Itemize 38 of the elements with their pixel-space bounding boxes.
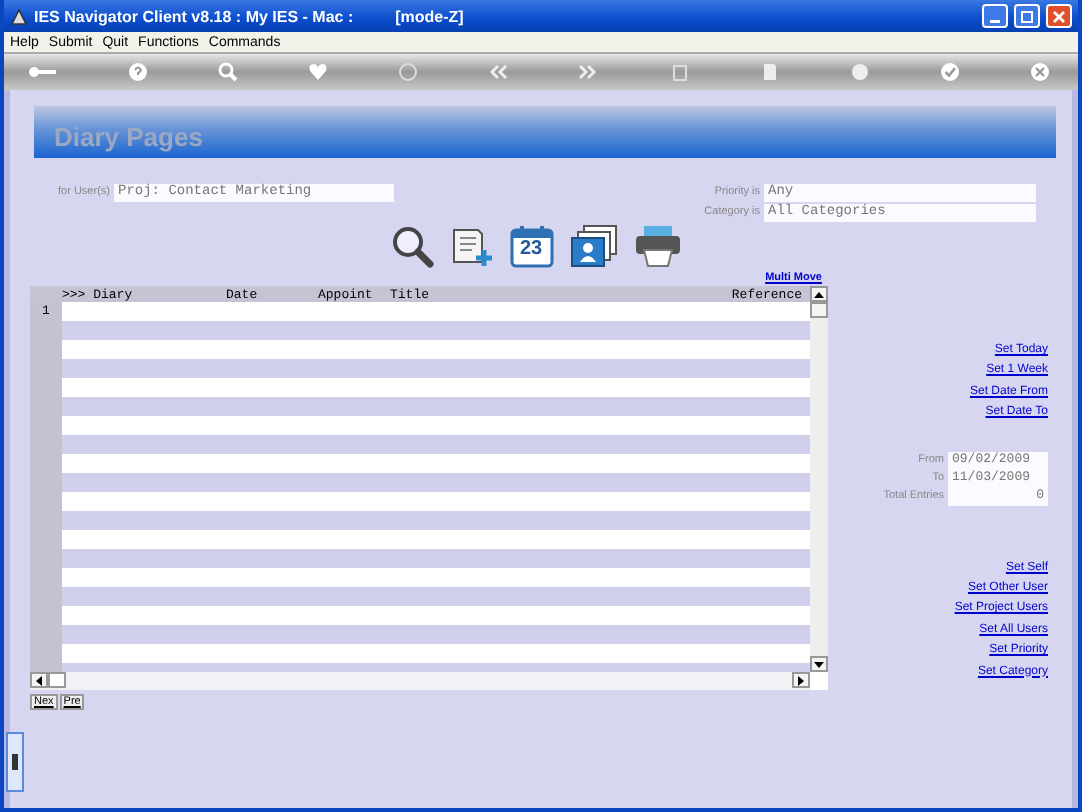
- calendar-day: 23: [515, 238, 547, 260]
- page-title: Diary Pages: [54, 122, 203, 152]
- calendar-frame-icon: [509, 224, 553, 268]
- close-icon: [1052, 9, 1066, 23]
- scroll-up-button[interactable]: [810, 286, 828, 302]
- search-icon[interactable]: [218, 62, 239, 82]
- grip-icon: [12, 754, 18, 770]
- scroll-right-button[interactable]: [792, 672, 810, 688]
- heart-icon[interactable]: [308, 62, 329, 82]
- window-mode: [mode-Z]: [395, 7, 464, 25]
- calendar-icon[interactable]: 23: [509, 224, 553, 268]
- help-icon[interactable]: [128, 62, 149, 82]
- scroll-thumb[interactable]: [810, 302, 828, 318]
- check-icon[interactable]: [939, 62, 960, 82]
- up-arrow-icon: [814, 291, 824, 297]
- double-right-arrow-icon[interactable]: [578, 62, 599, 82]
- maximize-icon: [1020, 9, 1034, 23]
- app-icon: [10, 7, 28, 25]
- contact-cards-icon[interactable]: [569, 224, 617, 268]
- side-dock[interactable]: [6, 732, 24, 792]
- key-icon[interactable]: [28, 62, 58, 82]
- left-arrow-icon: [36, 675, 42, 685]
- printer-icon[interactable]: [633, 224, 681, 268]
- maximize-button[interactable]: [1014, 4, 1040, 28]
- scroll-left-button[interactable]: [30, 672, 48, 688]
- document-icon[interactable]: [759, 62, 780, 82]
- scroll-down-button[interactable]: [810, 656, 828, 672]
- window-title: IES Navigator Client v8.18 : My IES - Mac :: [34, 7, 354, 25]
- close-icon[interactable]: [1029, 62, 1050, 82]
- magnifier-icon[interactable]: [389, 224, 433, 268]
- close-button[interactable]: [1046, 4, 1072, 28]
- right-arrow-icon: [798, 675, 804, 685]
- down-arrow-icon: [814, 661, 824, 667]
- minimize-button[interactable]: [982, 4, 1008, 28]
- double-left-arrow-icon[interactable]: [488, 62, 509, 82]
- new-document-icon[interactable]: [449, 224, 493, 268]
- scroll-thumb[interactable]: [48, 672, 66, 688]
- circle-icon[interactable]: [398, 62, 419, 82]
